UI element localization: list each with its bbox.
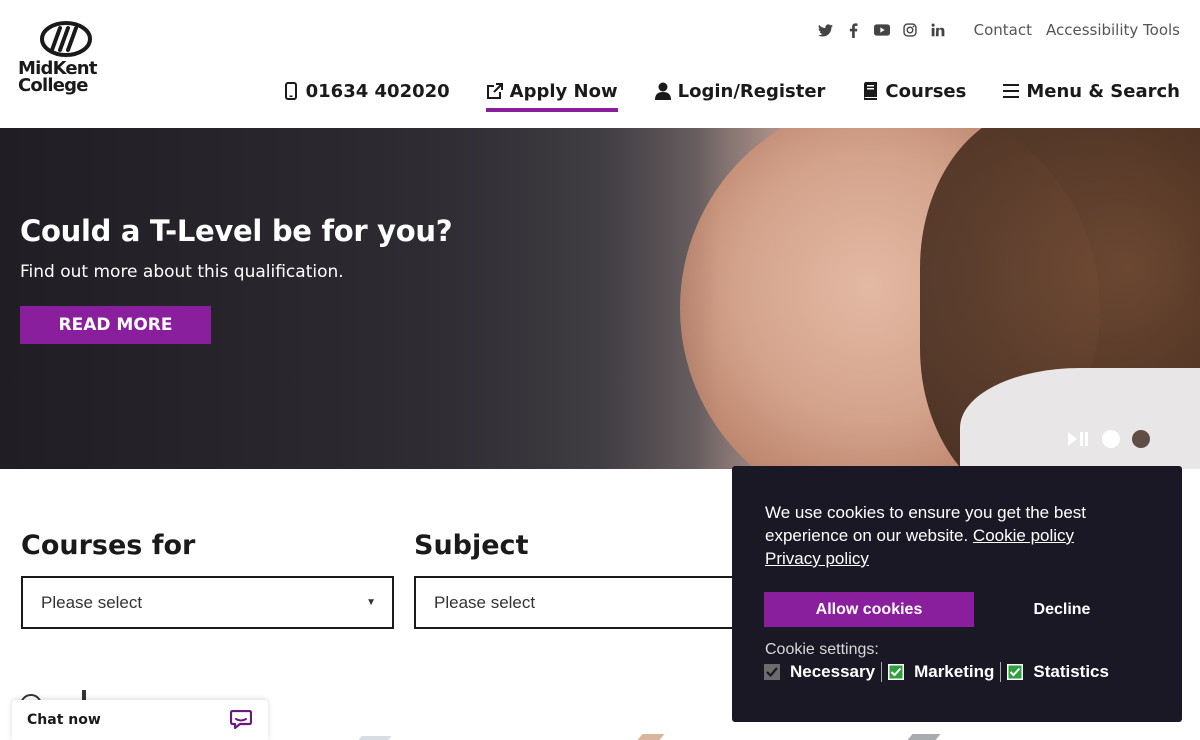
contact-link[interactable]: Contact [974,21,1032,39]
college-logo[interactable]: MidKent College [18,20,118,100]
chevron-down-icon: ▼ [366,597,376,608]
nav-menu-search[interactable]: Menu & Search [1002,76,1180,106]
hero-subtitle: Find out more about this qualification. [20,262,344,282]
nav-phone[interactable]: 01634 402020 [282,76,450,106]
subject-label: Subject [414,530,529,561]
courses-for-value: Please select [41,592,143,612]
nav-apply-label: Apply Now [509,80,618,102]
cookie-banner: We use cookies to ensure you get the bes… [732,466,1182,722]
nav-phone-label: 01634 402020 [305,80,450,102]
statistics-checkbox[interactable] [1007,664,1024,680]
partial-image-1 [358,736,392,740]
partial-image-2 [637,734,665,740]
courses-for-label: Courses for [21,530,196,561]
book-icon [861,82,879,100]
chat-widget[interactable]: Chat now [12,700,268,740]
cookie-message: We use cookies to ensure you get the bes… [765,501,1155,570]
marketing-label: Marketing [914,662,995,681]
phone-icon [282,82,300,100]
chat-bubble-icon [230,710,252,730]
social-links [806,22,946,38]
nav-menu-label: Menu & Search [1026,80,1180,102]
decline-cookies-button[interactable]: Decline [992,592,1132,627]
cookie-settings-label: Cookie settings: [765,641,879,658]
hamburger-menu-icon [1002,82,1020,100]
necessary-label: Necessary [790,662,876,681]
chat-label: Chat now [27,712,101,728]
play-pause-icon[interactable] [1068,431,1090,447]
privacy-policy-link[interactable]: Privacy policy [765,549,869,568]
site-header: MidKent College Contact Accessibility To… [0,0,1200,128]
logo-mark-icon [40,21,92,57]
nav-apply-now[interactable]: Apply Now [485,76,618,112]
main-nav: 01634 402020 Apply Now Login/Register Co… [246,76,1180,112]
cookie-options: Necessary Marketing Statistics [764,662,1109,682]
logo-wordmark: MidKent College [18,60,97,96]
facebook-icon[interactable] [846,22,862,38]
cookie-policy-link[interactable]: Cookie policy [973,526,1074,545]
external-link-icon [486,82,504,100]
courses-for-select[interactable]: Please select ▼ [21,576,394,629]
user-icon [654,82,672,100]
logo-line-2: College [18,75,88,96]
carousel-controls [1068,430,1150,448]
utility-bar: Contact Accessibility Tools [806,20,1180,40]
accessibility-tools-link[interactable]: Accessibility Tools [1046,21,1180,39]
necessary-checkbox[interactable] [764,664,780,680]
linkedin-icon[interactable] [930,22,946,38]
hero-carousel: Could a T-Level be for you? Find out mor… [0,128,1200,469]
instagram-icon[interactable] [902,22,918,38]
carousel-dot-1[interactable] [1102,430,1120,448]
carousel-dot-2[interactable] [1132,430,1150,448]
youtube-icon[interactable] [873,22,890,38]
read-more-button[interactable]: READ MORE [20,306,211,344]
hero-title: Could a T-Level be for you? [20,214,453,248]
nav-login-label: Login/Register [677,80,826,102]
allow-cookies-button[interactable]: Allow cookies [764,592,974,627]
marketing-checkbox[interactable] [888,664,905,680]
option-divider [1000,662,1002,682]
subject-select[interactable]: Please select [414,576,744,629]
option-divider [881,662,883,682]
nav-login-register[interactable]: Login/Register [654,76,826,106]
statistics-label: Statistics [1033,662,1109,681]
hero-overlay [0,128,720,469]
nav-courses[interactable]: Courses [861,76,966,106]
twitter-icon[interactable] [818,22,834,38]
subject-value: Please select [434,592,536,612]
partial-image-3 [907,734,941,740]
nav-courses-label: Courses [885,80,967,102]
